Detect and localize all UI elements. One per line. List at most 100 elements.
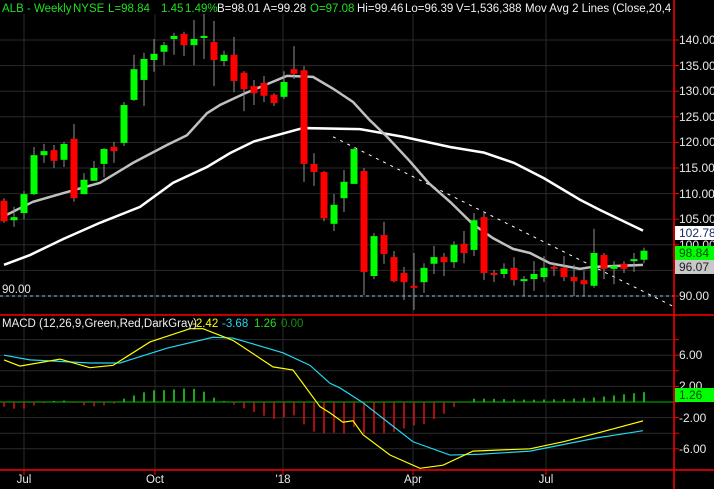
price-axis-label: 125.00 (679, 109, 714, 124)
candle-up (470, 220, 478, 250)
candle-up (10, 217, 18, 221)
x-axis-label: '18 (275, 474, 291, 486)
candle-down (110, 147, 118, 152)
candle-up (150, 53, 158, 60)
candle-down (230, 54, 238, 81)
price-axis-label: 120.00 (679, 135, 714, 150)
study-label[interactable]: Mov Avg 2 Lines (Close,20,4 ... (525, 2, 671, 16)
price-axis-label: 115.00 (679, 161, 714, 175)
histogram-tag: 1.26 (675, 388, 714, 402)
candle-up (500, 268, 508, 274)
candle-down (490, 272, 498, 276)
high-price: Hi=99.46 (357, 3, 404, 15)
candle-down (70, 138, 78, 199)
price-axis-label: 140.00 (679, 33, 714, 47)
candle-up (30, 155, 38, 195)
candle-down (250, 86, 258, 94)
candle-down (260, 83, 268, 96)
x-axis-label: Apr (404, 474, 422, 486)
candle-down (400, 272, 408, 283)
candle-up (520, 279, 528, 282)
candle-down (290, 69, 298, 74)
candle-up (40, 151, 48, 156)
symbol-label: ALB - Weekly (2, 3, 72, 15)
candle-up (610, 265, 618, 269)
low-price: Lo=96.39 (405, 3, 454, 15)
candle-down (270, 94, 278, 103)
candle-up (350, 149, 358, 184)
candle-down (480, 217, 488, 273)
price-axis-label: 110.00 (679, 186, 714, 201)
candle-up (540, 267, 548, 278)
price-axis-label: 130.00 (679, 84, 714, 99)
candle-up (60, 143, 68, 160)
candle-down (50, 150, 58, 161)
macd-value: -2.42 (192, 318, 219, 330)
candle-up (100, 149, 108, 164)
candle-down (310, 163, 318, 173)
candle-down (410, 285, 418, 288)
candle-up (370, 236, 378, 277)
open-price: O=97.08 (310, 3, 355, 15)
candle-down (210, 42, 218, 60)
candle-up (80, 179, 88, 195)
candle-up (120, 105, 128, 143)
candle-up (160, 45, 168, 52)
candle-up (200, 35, 208, 38)
candle-down (560, 267, 568, 278)
macd-axis-label: -2.00 (679, 411, 707, 425)
candle-up (340, 181, 348, 199)
last-price: L=98.84 (108, 3, 150, 15)
support-level-label: 90.00 (2, 284, 31, 296)
candle-down (180, 33, 188, 46)
candle-down (390, 257, 398, 282)
stock-chart (0, 0, 714, 489)
candle-up (170, 35, 178, 39)
candle-up (450, 244, 458, 263)
candle-up (130, 69, 138, 100)
candle-down (0, 200, 8, 222)
candle-down (440, 257, 448, 263)
zero-value: 0.00 (281, 318, 304, 330)
candle-down (510, 267, 518, 281)
candle-up (280, 81, 288, 97)
macd-axis-label: 6.00 (679, 348, 703, 362)
candle-down (580, 280, 588, 285)
volume: V=1,536,388 (456, 3, 522, 15)
candle-up (430, 257, 438, 264)
ma40-price-tag: 102.78 (675, 226, 714, 240)
candle-down (550, 266, 558, 269)
x-axis-label: Jul (16, 474, 32, 486)
candle-up (330, 204, 338, 224)
candle-down (380, 235, 388, 255)
ask-price: A=99.28 (263, 3, 307, 15)
signal-value: -3.68 (222, 318, 249, 330)
candle-down (240, 72, 248, 90)
price-axis-label: 135.00 (679, 58, 714, 73)
candle-up (220, 54, 228, 61)
candle-down (320, 172, 328, 219)
candle-up (190, 38, 198, 46)
ma20-price-tag: 96.07 (675, 260, 714, 274)
candle-up (140, 58, 148, 80)
candle-up (20, 194, 28, 214)
last-price-tag: 98.84 (675, 246, 714, 260)
bid-price: B=98.01 (217, 3, 261, 15)
candle-down (620, 263, 628, 269)
candle-down (360, 171, 368, 272)
candle-up (630, 259, 638, 262)
candle-down (600, 255, 608, 269)
macd-label[interactable]: MACD (12,26,9,Green,Red,DarkGray) (2, 317, 197, 331)
candle-down (460, 243, 468, 253)
histogram-value: 1.26 (254, 318, 277, 330)
candle-up (640, 250, 648, 260)
candle-up (590, 252, 598, 286)
candle-down (300, 70, 308, 164)
candle-up (530, 273, 538, 280)
price-change: 1.45 (161, 3, 184, 15)
x-axis-label: Oct (146, 474, 164, 486)
price-axis-label: 105.00 (679, 212, 714, 227)
price-change-pct: 1.49% (185, 3, 218, 15)
candle-up (90, 168, 98, 181)
x-axis-label: Jul (538, 474, 554, 486)
